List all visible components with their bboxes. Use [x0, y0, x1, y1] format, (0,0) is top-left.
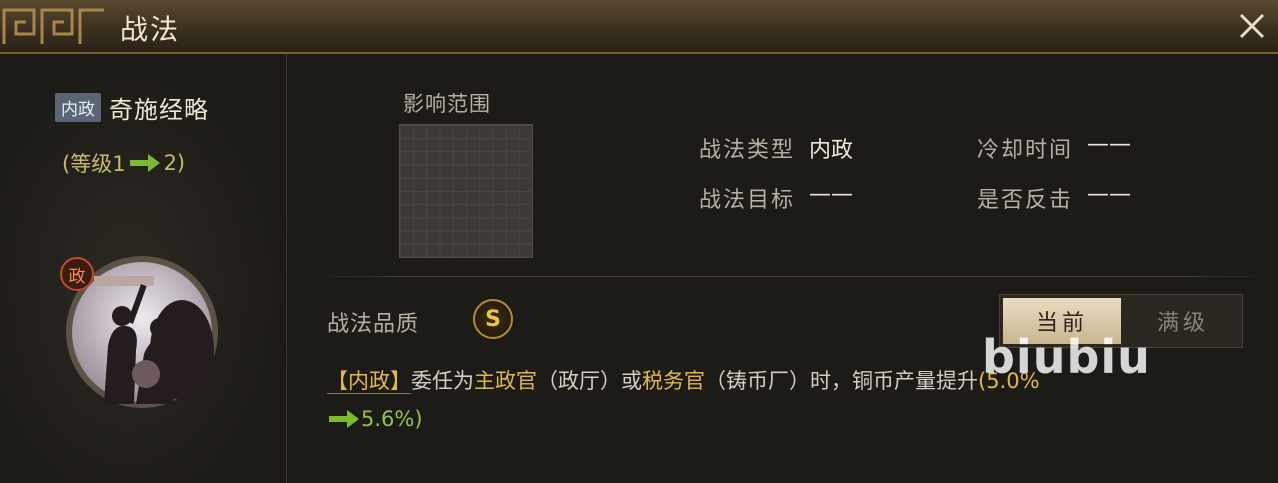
- attr-cooldown-value: ——: [1087, 132, 1132, 157]
- desc-role-1: 主政官: [474, 369, 537, 393]
- watermark: biubiu: [982, 330, 1151, 384]
- attr-cooldown-label: 冷却时间: [977, 138, 1074, 163]
- divider: [311, 276, 1271, 277]
- politics-badge: 政: [60, 257, 94, 291]
- desc-text-1: 委任为: [411, 369, 474, 393]
- politics-badge-label: 政: [68, 266, 86, 287]
- desc-tag: 【内政】: [327, 369, 411, 394]
- attr-counter-value: ——: [1087, 182, 1132, 207]
- category-tag: 内政: [55, 93, 101, 122]
- level-from: (等级1: [62, 152, 126, 176]
- desc-role-2: 税务官: [642, 369, 705, 393]
- fret-ornament-icon: [2, 8, 104, 44]
- close-button[interactable]: [1232, 6, 1272, 46]
- desc-text-3: （铸币厂）时，铜币产量提升: [705, 369, 978, 393]
- arrow-right-icon: [129, 154, 160, 172]
- quality-label: 战法品质: [327, 312, 420, 337]
- quality-badge: S: [473, 299, 513, 339]
- arrow-right-icon: [329, 410, 359, 428]
- skill-name-row: 内政 奇施经略: [55, 90, 209, 125]
- skill-detail-panel: 影响范围 战法类型 内政 冷却时间 —— 战法目标 —— 是否反击 —— 战法品…: [287, 54, 1278, 483]
- skill-summary-panel: 内政 奇施经略 (等级1 2) 政: [0, 54, 287, 483]
- title-bar: 战法: [0, 0, 1278, 54]
- attr-counter-label: 是否反击: [977, 188, 1074, 213]
- skill-name: 奇施经略: [109, 96, 209, 124]
- desc-text-2: （政厅）或: [537, 369, 642, 393]
- level-indicator: (等级1 2): [62, 148, 185, 178]
- attr-counter: 是否反击 ——: [977, 182, 1131, 214]
- close-icon: [1239, 13, 1265, 39]
- level-to: 2): [163, 151, 186, 175]
- range-grid: [399, 124, 533, 258]
- attr-type: 战法类型 内政: [699, 132, 853, 164]
- range-label: 影响范围: [403, 92, 491, 116]
- attr-type-value: 内政: [809, 138, 854, 163]
- desc-value-to: 5.6%): [361, 407, 423, 431]
- attr-cooldown: 冷却时间 ——: [977, 132, 1131, 164]
- window-title: 战法: [120, 13, 181, 46]
- attr-target-label: 战法目标: [699, 188, 796, 213]
- attr-type-label: 战法类型: [699, 138, 796, 163]
- attr-target: 战法目标 ——: [699, 182, 853, 214]
- attr-target-value: ——: [809, 182, 854, 207]
